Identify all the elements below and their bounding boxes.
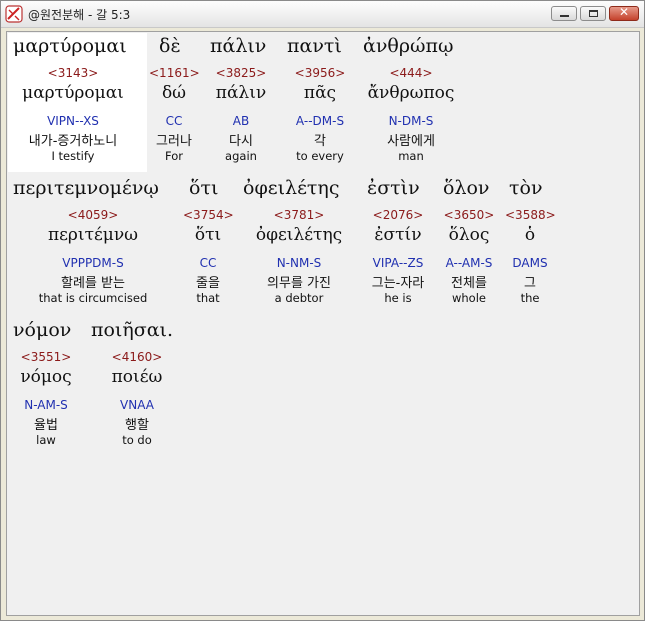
strong-number[interactable]: <3650> bbox=[439, 208, 499, 222]
korean-gloss: 그러나 bbox=[156, 134, 192, 149]
korean-gloss: 다시 bbox=[229, 134, 253, 149]
lemma: ὅλος bbox=[448, 225, 490, 245]
strong-number[interactable]: <1161> bbox=[149, 66, 200, 80]
greek-word: ὅλον bbox=[443, 177, 490, 199]
lemma: δώ bbox=[161, 83, 187, 103]
greek-word: μαρτύρομαι bbox=[13, 35, 127, 57]
app-window: @원전분해 - 갈 5:3 ✕ μαρτύρομαι <3143> μαρτύρ… bbox=[0, 0, 645, 621]
korean-gloss: 각 bbox=[314, 134, 326, 149]
minimize-icon bbox=[560, 15, 569, 17]
greek-word: ἀνθρώπῳ bbox=[363, 35, 454, 57]
lemma: ὁ bbox=[524, 225, 536, 245]
lemma: ποιέω bbox=[111, 367, 163, 387]
korean-gloss: 의무를 가진 bbox=[267, 276, 331, 291]
lemma: νόμος bbox=[20, 367, 72, 387]
english-gloss: whole bbox=[451, 291, 486, 305]
parse-code: VIPN--XS bbox=[47, 114, 99, 128]
strong-number[interactable]: <444> bbox=[361, 66, 461, 80]
strong-number[interactable]: <3754> bbox=[183, 208, 234, 222]
title-bar[interactable]: @원전분해 - 갈 5:3 ✕ bbox=[1, 1, 644, 28]
parse-code: CC bbox=[165, 114, 183, 128]
korean-gloss: 율법 bbox=[34, 418, 58, 433]
parse-code: VIPA--ZS bbox=[372, 256, 424, 270]
english-gloss: law bbox=[36, 433, 56, 447]
english-gloss: a debtor bbox=[274, 291, 324, 305]
greek-word: περιτεμνομένῳ bbox=[13, 177, 159, 199]
parse-code: N-NM-S bbox=[276, 256, 322, 270]
korean-gloss: 그는-자라 bbox=[371, 276, 425, 291]
korean-gloss: 내가-증거하노니 bbox=[28, 134, 118, 149]
korean-gloss: 그 bbox=[524, 276, 536, 291]
strong-number[interactable]: <4160> bbox=[91, 350, 183, 364]
english-gloss: the bbox=[520, 291, 540, 305]
english-gloss: that is circumcised bbox=[38, 291, 148, 305]
lemma: ὀφειλέτης bbox=[255, 225, 343, 245]
lemma: ἄνθρωπος bbox=[367, 83, 455, 103]
parse-code: N-AM-S bbox=[24, 398, 68, 412]
greek-word: ἐστὶν bbox=[367, 177, 420, 199]
parse-code: A--DM-S bbox=[295, 114, 345, 128]
english-gloss: that bbox=[196, 291, 220, 305]
close-icon: ✕ bbox=[618, 5, 630, 19]
english-gloss: to do bbox=[122, 433, 152, 447]
korean-gloss: 할례를 받는 bbox=[61, 276, 125, 291]
window-title: @원전분해 - 갈 5:3 bbox=[28, 8, 131, 22]
greek-word: τὸν bbox=[509, 177, 543, 199]
minimize-button[interactable] bbox=[551, 6, 577, 21]
close-button[interactable]: ✕ bbox=[609, 5, 639, 21]
parse-code: A--AM-S bbox=[445, 256, 493, 270]
greek-word: νόμον bbox=[13, 319, 72, 341]
lemma: πᾶς bbox=[303, 83, 337, 103]
korean-gloss: 행할 bbox=[125, 418, 149, 433]
parse-code: DAMS bbox=[512, 256, 548, 270]
maximize-button[interactable] bbox=[580, 6, 606, 21]
strong-number[interactable]: <3143> bbox=[13, 66, 133, 80]
english-gloss: I testify bbox=[51, 149, 95, 163]
english-gloss: man bbox=[398, 149, 424, 163]
english-gloss: to every bbox=[296, 149, 344, 163]
english-gloss: again bbox=[225, 149, 257, 163]
lemma: μαρτύρομαι bbox=[22, 83, 124, 103]
greek-word: δὲ bbox=[159, 35, 181, 57]
parse-code: AB bbox=[232, 114, 250, 128]
lemma: ἐστίν bbox=[374, 225, 422, 245]
parse-code: N-DM-S bbox=[388, 114, 434, 128]
app-logo-icon bbox=[5, 5, 23, 23]
strong-number[interactable]: <3825> bbox=[207, 66, 275, 80]
korean-gloss: 전체를 bbox=[451, 276, 487, 291]
korean-gloss: 사람에게 bbox=[387, 134, 435, 149]
korean-gloss: 줄을 bbox=[196, 276, 220, 291]
parse-code: VPPPDM-S bbox=[62, 256, 124, 270]
parse-code: CC bbox=[199, 256, 217, 270]
parse-code: VNAA bbox=[120, 398, 154, 412]
strong-number[interactable]: <2076> bbox=[363, 208, 433, 222]
english-gloss: For bbox=[165, 149, 183, 163]
greek-word: ὀφειλέτης bbox=[243, 177, 340, 199]
lemma: πάλιν bbox=[215, 83, 267, 103]
strong-number[interactable]: <3956> bbox=[283, 66, 357, 80]
greek-word: παντὶ bbox=[287, 35, 342, 57]
strong-number[interactable]: <3551> bbox=[13, 350, 79, 364]
strong-number[interactable]: <3588> bbox=[505, 208, 556, 222]
english-gloss: he is bbox=[384, 291, 412, 305]
greek-word: ὅτι bbox=[189, 177, 219, 199]
strong-number[interactable]: <3781> bbox=[243, 208, 355, 222]
interlinear-view: μαρτύρομαι <3143> μαρτύρομαι VIPN--XS 내가… bbox=[6, 31, 640, 616]
greek-word: πάλιν bbox=[210, 35, 267, 57]
lemma: περιτέμνω bbox=[47, 225, 139, 245]
greek-word: ποιῆσαι. bbox=[91, 319, 174, 341]
lemma: ὅτι bbox=[194, 225, 222, 245]
maximize-icon bbox=[589, 10, 598, 17]
strong-number[interactable]: <4059> bbox=[13, 208, 173, 222]
